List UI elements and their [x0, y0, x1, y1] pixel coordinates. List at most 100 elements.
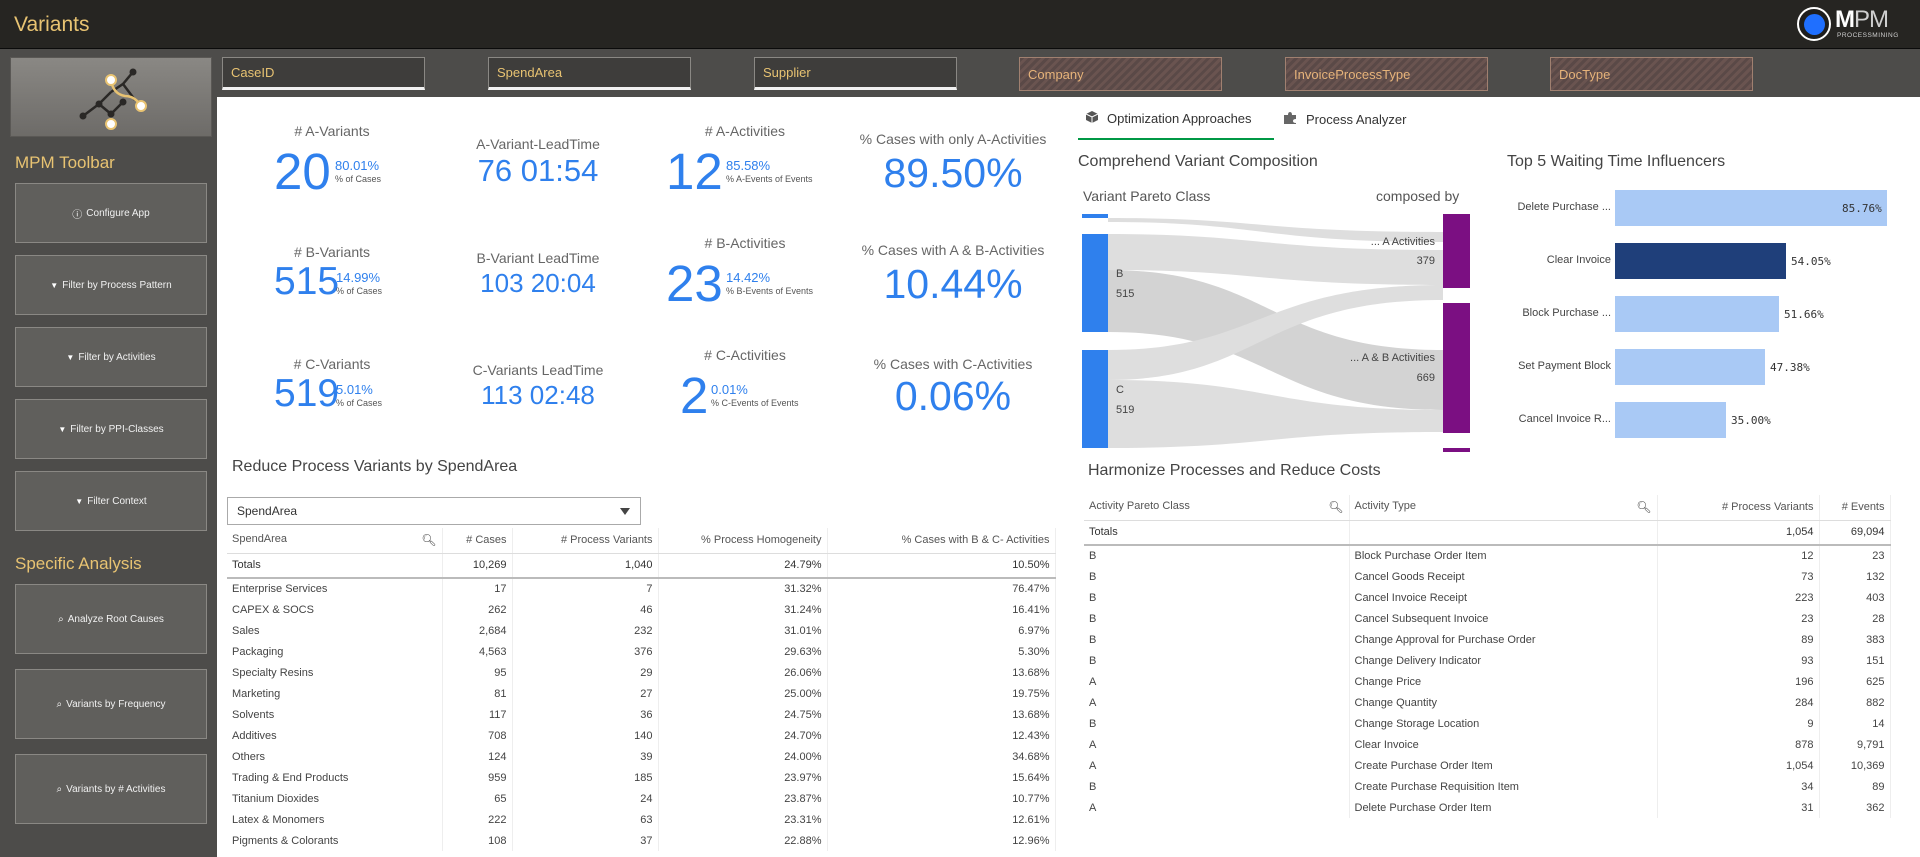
table-row[interactable]: Solvents 117 36 24.75% 13.68% — [227, 704, 1056, 725]
kpi-c-activities-pct: 0.01% — [711, 382, 748, 397]
table-cell: 37 — [512, 830, 659, 851]
table-row[interactable]: Additives 708 140 24.70% 12.43% — [227, 725, 1056, 746]
filter-spendarea[interactable]: SpendArea — [488, 57, 691, 90]
table-row[interactable]: B Cancel Subsequent Invoice 23 28 — [1084, 608, 1891, 629]
table-cell: 708 — [442, 725, 513, 746]
kpi-only-a-value: 89.50% — [883, 150, 1023, 196]
tab-optimization-approaches[interactable]: Optimization Approaches — [1085, 110, 1252, 127]
table-row[interactable]: Enterprise Services 17 7 31.32% 76.47% — [227, 578, 1056, 599]
table-row[interactable]: B Change Storage Location 9 14 — [1084, 713, 1891, 734]
table-cell: 13.68% — [827, 662, 1056, 683]
table-row[interactable]: Titanium Dioxides 65 24 23.87% 10.77% — [227, 788, 1056, 809]
col-header-spendarea[interactable]: SpendArea 🔍︎ — [227, 528, 443, 554]
sankey-node-a — [1082, 214, 1108, 218]
table-row[interactable]: Latex & Monomers 222 63 23.31% 12.61% — [227, 809, 1056, 830]
table-cell: 625 — [1819, 671, 1891, 692]
filter-by-process-pattern-button[interactable]: ▼ Filter by Process Pattern — [15, 255, 207, 315]
table-cell: Cancel Invoice Receipt — [1349, 587, 1658, 608]
table-row[interactable]: Others 124 39 24.00% 34.68% — [227, 746, 1056, 767]
filter-by-ppi-classes-button[interactable]: ▼ Filter by PPI-Classes — [15, 399, 207, 459]
table-row[interactable]: CAPEX & SOCS 262 46 31.24% 16.41% — [227, 599, 1056, 620]
table-cell: 34.68% — [827, 746, 1056, 767]
table-row[interactable]: A Change Price 196 625 — [1084, 671, 1891, 692]
variants-by-frequency-button[interactable]: ⌕ Variants by Frequency — [15, 669, 207, 739]
col-header-events[interactable]: # Events — [1819, 495, 1891, 521]
table-cell: Titanium Dioxides — [227, 788, 443, 809]
filter-icon: ▼ — [50, 280, 59, 290]
kpi-only-a-label: % Cases with only A-Activities — [859, 131, 1047, 147]
configure-app-button[interactable]: ⓘ Configure App — [15, 183, 207, 243]
kpi-b-variants-sub: % of Cases — [336, 286, 383, 296]
table-cell: 23.31% — [658, 809, 828, 830]
table-row[interactable]: Pigments & Colorants 108 37 22.88% 12.96% — [227, 830, 1056, 851]
kpi-a-activities-pct: 85.58% — [726, 158, 771, 173]
tab-process-analyzer[interactable]: Process Analyzer — [1283, 110, 1406, 128]
filter-company[interactable]: Company — [1019, 57, 1222, 91]
table-row[interactable]: B Cancel Invoice Receipt 223 403 — [1084, 587, 1891, 608]
kpi-c-activities-value: 2 — [680, 367, 709, 424]
waiting-bar[interactable] — [1615, 296, 1779, 332]
table-cell: Packaging — [227, 641, 443, 662]
col-header-activity-pareto[interactable]: Activity Pareto Class 🔍︎ — [1084, 495, 1350, 521]
filter-doctype[interactable]: DocType — [1550, 57, 1753, 91]
search-icon[interactable]: 🔍︎ — [1328, 500, 1343, 514]
table-row[interactable]: B Create Purchase Requisition Item 34 89 — [1084, 776, 1891, 797]
waiting-bar[interactable] — [1615, 243, 1786, 279]
table-cell: 31.24% — [658, 599, 828, 620]
filter-caseid[interactable]: CaseID — [222, 57, 425, 90]
variants-by-activities-button[interactable]: ⌕ Variants by # Activities — [15, 754, 207, 824]
waiting-bar[interactable] — [1615, 402, 1726, 438]
table-row[interactable]: Trading & End Products 959 185 23.97% 15.64% — [227, 767, 1056, 788]
table-cell: 117 — [442, 704, 513, 725]
table-row[interactable]: B Change Approval for Purchase Order 89 383 — [1084, 629, 1891, 650]
col-header-homogeneity[interactable]: % Process Homogeneity — [658, 528, 828, 554]
waiting-bar-value: 35.00% — [1731, 414, 1771, 427]
table-cell: 24.70% — [658, 725, 828, 746]
table-cell: B — [1084, 587, 1350, 608]
col-header-process-variants[interactable]: # Process Variants — [512, 528, 659, 554]
table-row[interactable]: B Block Purchase Order Item 12 23 — [1084, 545, 1891, 566]
table-row[interactable]: B Cancel Goods Receipt 73 132 — [1084, 566, 1891, 587]
table-row[interactable]: A Clear Invoice 878 9,791 — [1084, 734, 1891, 755]
table-cell: 403 — [1819, 587, 1891, 608]
totals-cell: Totals — [227, 553, 443, 579]
chevron-down-icon — [620, 508, 630, 515]
analyze-root-causes-button[interactable]: ⌕ Analyze Root Causes — [15, 584, 207, 654]
table-row[interactable]: B Change Delivery Indicator 93 151 — [1084, 650, 1891, 671]
col-header-cases-bc[interactable]: % Cases with B & C- Activities — [827, 528, 1056, 554]
filter-by-activities-button[interactable]: ▼ Filter by Activities — [15, 327, 207, 387]
spendarea-dropdown[interactable]: SpendArea — [227, 497, 641, 525]
table-row[interactable]: A Create Purchase Order Item 1,054 10,369 — [1084, 755, 1891, 776]
waiting-bar[interactable] — [1615, 349, 1765, 385]
kpi-b-variants-pct: 14.99% — [336, 270, 381, 285]
kpi-b-activities-value: 23 — [666, 255, 723, 312]
mpm-logo: MPM PROCESSMINING — [1797, 5, 1909, 43]
table-cell: 14 — [1819, 713, 1891, 734]
table-row[interactable]: A Delete Purchase Order Item 31 362 — [1084, 797, 1891, 818]
search-icon[interactable]: 🔍︎ — [421, 533, 436, 547]
search-icon[interactable]: 🔍︎ — [1636, 500, 1651, 514]
table-cell: 12.96% — [827, 830, 1056, 851]
sankey-node-ab-activities — [1443, 303, 1470, 433]
kpi-a-and-b-value: 10.44% — [883, 261, 1023, 307]
tab-label: Process Analyzer — [1306, 111, 1407, 127]
table-row[interactable]: Sales 2,684 232 31.01% 6.97% — [227, 620, 1056, 641]
table-cell: 882 — [1819, 692, 1891, 713]
sankey-b-value: 515 — [1116, 288, 1135, 300]
filter-invoiceprocesstype[interactable]: InvoiceProcessType — [1285, 57, 1488, 91]
table-row[interactable]: Marketing 81 27 25.00% 19.75% — [227, 683, 1056, 704]
table-row[interactable]: Packaging 4,563 376 29.63% 5.30% — [227, 641, 1056, 662]
button-label: Variants by Frequency — [66, 698, 166, 710]
table-row[interactable]: Specialty Resins 95 29 26.06% 13.68% — [227, 662, 1056, 683]
filter-supplier[interactable]: Supplier — [754, 57, 957, 90]
col-header-activity-type[interactable]: Activity Type 🔍︎ — [1349, 495, 1658, 521]
table-row[interactable]: A Change Quantity 284 882 — [1084, 692, 1891, 713]
col-header-cases[interactable]: # Cases — [442, 528, 513, 554]
button-label: Filter by Process Pattern — [62, 279, 172, 291]
table-cell: B — [1084, 776, 1350, 797]
col-header-process-variants[interactable]: # Process Variants — [1657, 495, 1820, 521]
kpi-with-c-label: % Cases with C-Activities — [873, 356, 1033, 372]
button-label: Filter Context — [87, 495, 147, 507]
filter-context-button[interactable]: ▼ Filter Context — [15, 471, 207, 531]
button-label: Filter by PPI-Classes — [70, 423, 164, 435]
